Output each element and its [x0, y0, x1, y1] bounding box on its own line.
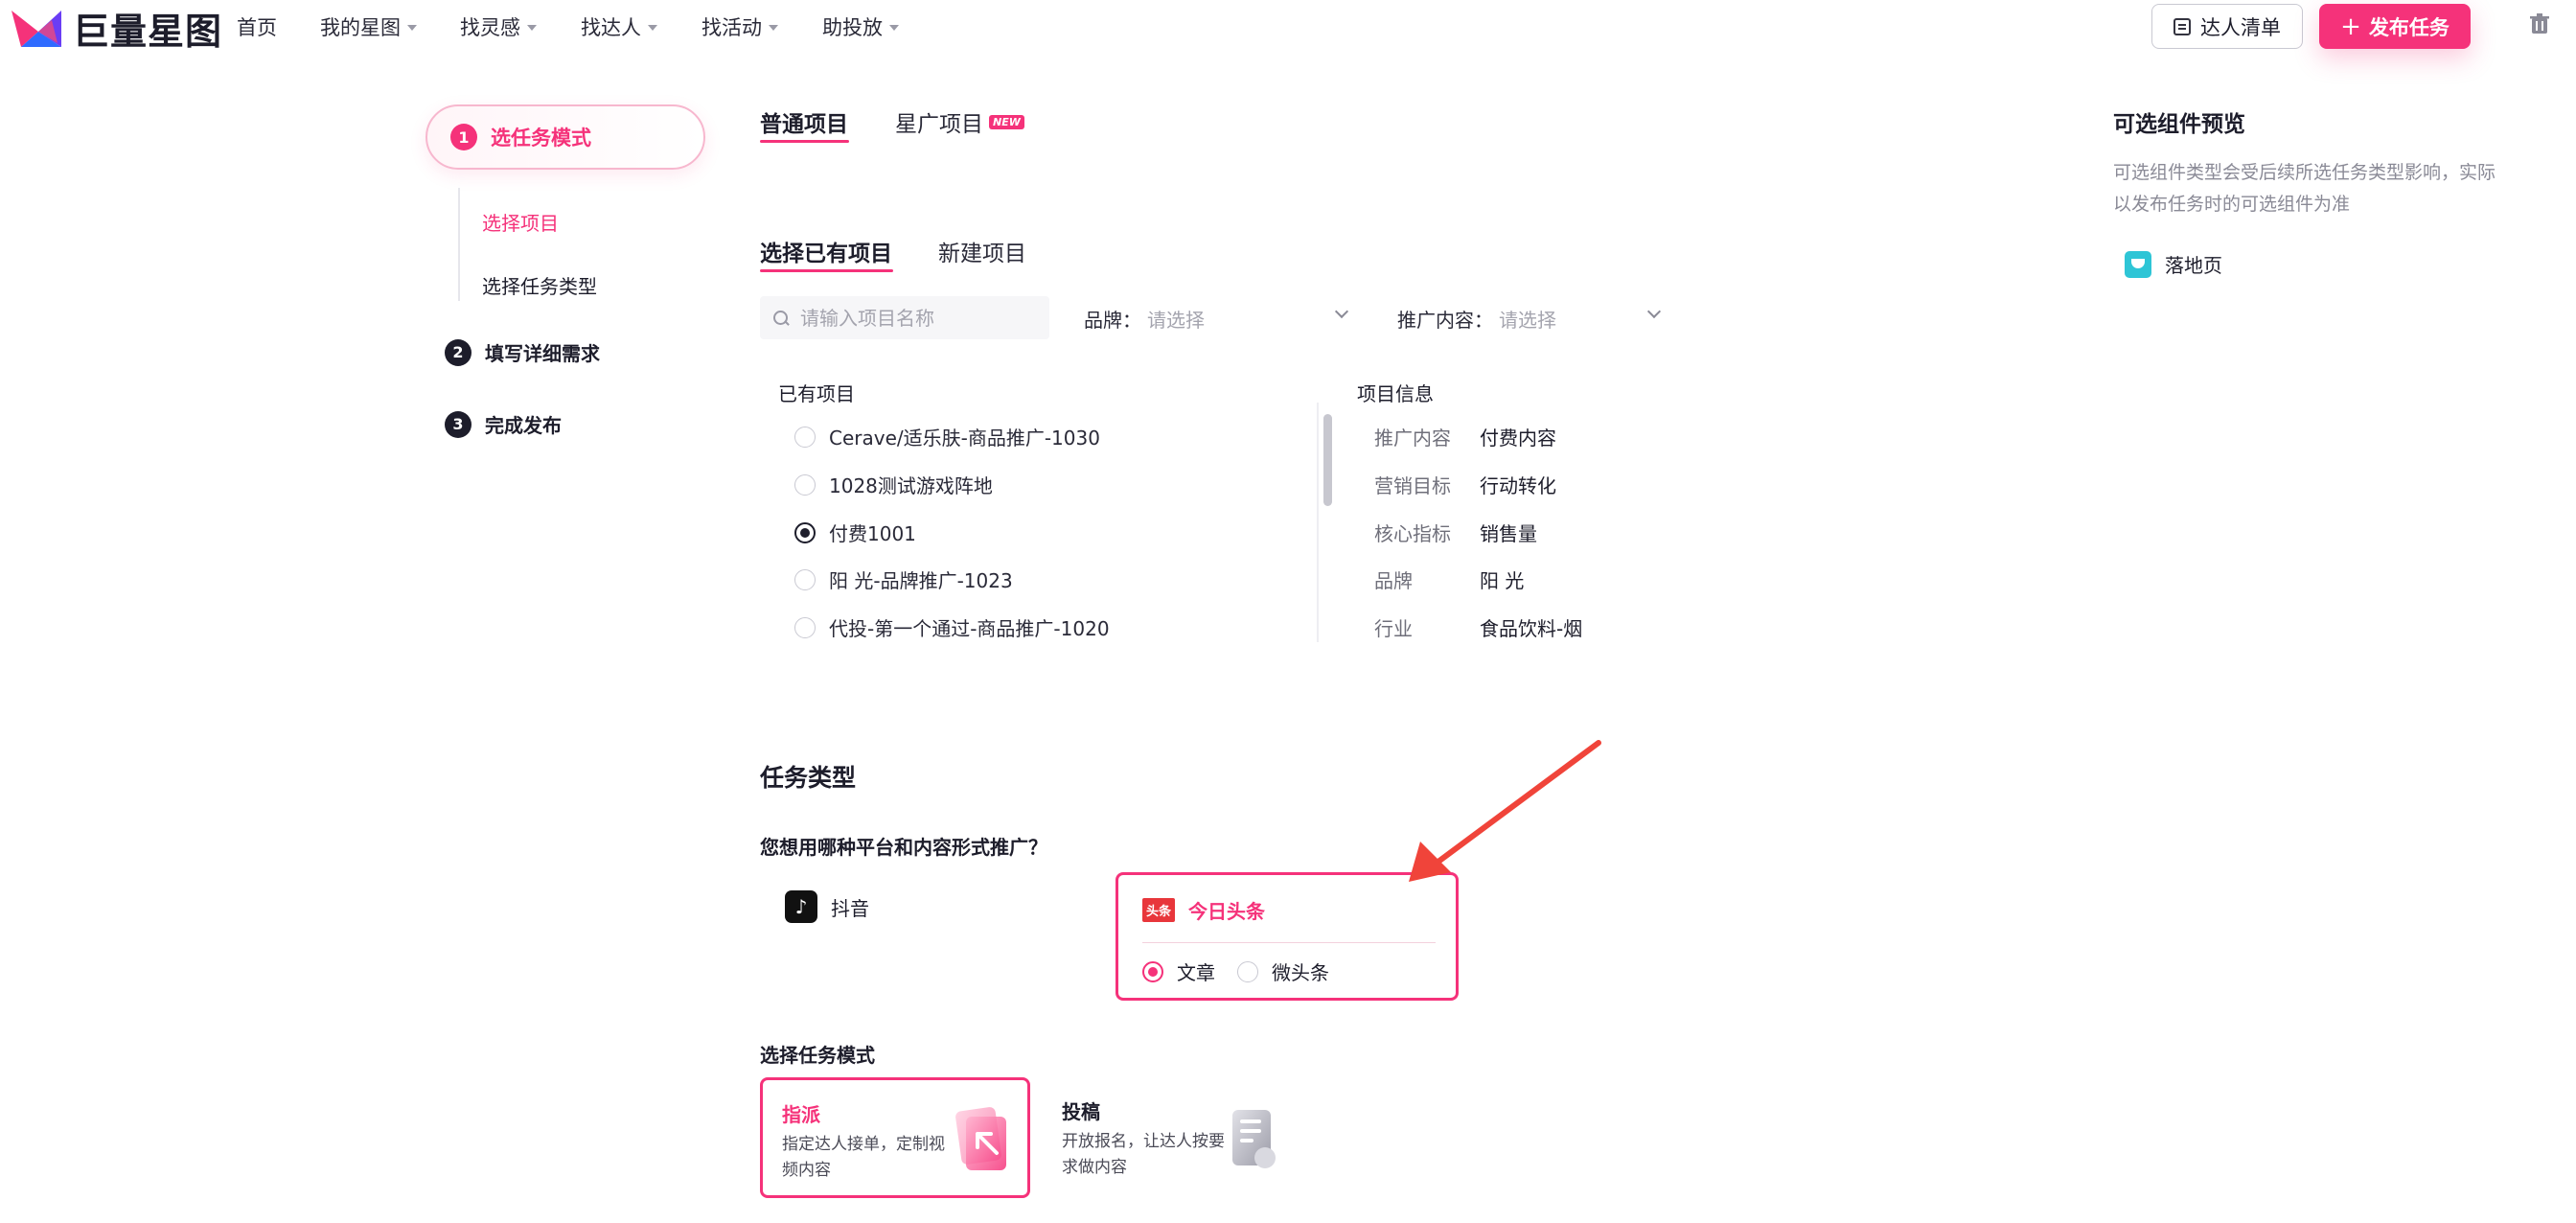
brand-filter-placeholder: 请选择 — [1147, 309, 1205, 332]
info-row: 核心指标 销售量 — [1374, 522, 1537, 545]
content-filter-label: 推广内容： — [1397, 309, 1493, 332]
new-badge: NEW — [989, 115, 1024, 129]
chevron-down-icon — [648, 25, 657, 31]
chevron-down-icon — [889, 25, 899, 31]
landing-page-icon — [2125, 250, 2151, 278]
scrollbar-thumb[interactable] — [1323, 414, 1332, 506]
project-item[interactable]: 付费1001 — [794, 519, 916, 546]
component-preview-description: 可选组件类型会受后续所选任务类型影响，实际以发布任务时的可选组件为准 — [2113, 162, 2496, 215]
step-number: 2 — [445, 338, 472, 366]
tab-underline — [760, 140, 849, 143]
step-label: 选任务模式 — [491, 127, 591, 150]
platform-question: 您想用哪种平台和内容形式推广？ — [760, 836, 1047, 859]
logo-text: 巨量星图 — [73, 11, 223, 53]
info-row: 推广内容 付费内容 — [1374, 427, 1556, 450]
step-number: 3 — [445, 410, 472, 438]
list-icon — [2174, 17, 2191, 35]
mode-description: 开放报名，让达人按要求做内容 — [1062, 1132, 1225, 1177]
platform-option-toutiao[interactable]: 头条 今日头条 文章 微头条 — [1116, 872, 1459, 1001]
tab-regular-project[interactable]: 普通项目 — [760, 105, 848, 138]
project-item[interactable]: 阳 光-品牌推广-1023 — [794, 565, 1013, 593]
step-2-fill-details[interactable]: 2 填写详细需求 — [445, 338, 600, 366]
component-landing-page[interactable]: 落地页 — [2125, 250, 2222, 278]
component-preview-title: 可选组件预览 — [2113, 112, 2245, 137]
project-info-header: 项目信息 — [1357, 382, 1434, 405]
step-label: 完成发布 — [485, 414, 562, 437]
promotion-content-filter[interactable]: 推广内容： 请选择 — [1397, 305, 1556, 333]
platform-option-douyin[interactable]: ♪ 抖音 — [785, 890, 869, 923]
content-form-micro-toutiao[interactable]: 微头条 — [1237, 958, 1329, 985]
radio-button[interactable] — [794, 473, 816, 496]
radio-button[interactable] — [1237, 960, 1258, 982]
plus-icon: + — [2340, 12, 2361, 41]
chevron-down-icon[interactable] — [1334, 304, 1349, 319]
task-mode-title: 选择任务模式 — [760, 1044, 875, 1067]
info-row: 品牌阳 光 — [1374, 569, 1525, 592]
task-mode-submission[interactable]: 投稿 开放报名，让达人按要求做内容 — [1045, 1077, 1315, 1198]
radio-button[interactable] — [794, 616, 816, 638]
mode-title: 投稿 — [1062, 1100, 1100, 1123]
chevron-down-icon — [769, 25, 778, 31]
toutiao-header: 头条 今日头条 — [1142, 896, 1265, 924]
substep-select-project[interactable]: 选择项目 — [482, 208, 559, 236]
top-navbar: 巨量星图 首页 我的星图 找灵感 找达人 找活动 助投放 达人清单 + 发布任务 — [0, 0, 2576, 56]
nav-activities[interactable]: 找活动 — [702, 12, 778, 41]
logo-mark-icon — [12, 10, 61, 47]
nav-inspiration[interactable]: 找灵感 — [460, 12, 537, 41]
submission-illustration-icon — [1232, 1110, 1276, 1168]
step-1-select-task-mode[interactable]: 1 选任务模式 — [426, 104, 705, 170]
logo[interactable]: 巨量星图 — [10, 2, 222, 55]
brand-filter-label: 品牌： — [1084, 309, 1141, 332]
scroll-track — [1317, 403, 1319, 642]
divider — [1142, 942, 1436, 943]
annotation-arrow — [1409, 740, 1601, 882]
tab-underline — [760, 269, 893, 272]
nav-my-xingtu[interactable]: 我的星图 — [320, 12, 417, 41]
tab-xingguang-project[interactable]: 星广项目 NEW — [895, 105, 1024, 138]
mode-description: 指定达人接单，定制视频内容 — [782, 1135, 945, 1180]
douyin-icon: ♪ — [785, 890, 817, 923]
substep-select-task-type[interactable]: 选择任务类型 — [482, 271, 597, 299]
project-item[interactable]: 1028测试游戏阵地 — [794, 471, 993, 498]
project-item[interactable]: 代投-第一个通过-商品推广-1020 — [794, 613, 1110, 641]
radio-button-selected[interactable] — [794, 521, 816, 543]
tab-new-project[interactable]: 新建项目 — [938, 235, 1026, 267]
radio-button[interactable] — [794, 426, 816, 448]
radio-button[interactable] — [794, 568, 816, 590]
nav-find-creators[interactable]: 找达人 — [581, 12, 657, 41]
toutiao-icon: 头条 — [1142, 898, 1176, 922]
project-search-box[interactable] — [760, 296, 1049, 339]
existing-projects-header: 已有项目 — [778, 382, 855, 405]
step-3-publish[interactable]: 3 完成发布 — [445, 410, 562, 438]
task-mode-assign[interactable]: 指派 指定达人接单，定制视频内容 — [760, 1077, 1030, 1198]
project-search-input[interactable] — [800, 306, 1040, 330]
chevron-down-icon — [407, 25, 417, 31]
tab-select-existing-project[interactable]: 选择已有项目 — [760, 235, 892, 267]
toutiao-label: 今日头条 — [1188, 900, 1266, 923]
substep-divider — [458, 188, 460, 301]
trash-icon[interactable] — [2530, 13, 2549, 35]
content-form-article[interactable]: 文章 — [1142, 958, 1215, 985]
chevron-down-icon — [527, 25, 537, 31]
nav-home[interactable]: 首页 — [237, 12, 277, 41]
step-label: 填写详细需求 — [485, 342, 600, 365]
task-type-title: 任务类型 — [760, 764, 857, 792]
radio-button-selected[interactable] — [1142, 960, 1163, 982]
step-number: 1 — [450, 124, 477, 150]
publish-task-button[interactable]: + 发布任务 — [2319, 4, 2471, 49]
mode-title: 指派 — [782, 1103, 820, 1126]
brand-filter[interactable]: 品牌： 请选择 — [1084, 305, 1205, 333]
nav-ad-delivery[interactable]: 助投放 — [822, 12, 899, 41]
chevron-down-icon[interactable] — [1646, 304, 1662, 319]
creator-list-button[interactable]: 达人清单 — [2151, 4, 2303, 49]
project-item[interactable]: Cerave/适乐肤-商品推广-1030 — [794, 423, 1100, 450]
assign-illustration-icon — [955, 1107, 1006, 1170]
info-row: 行业 食品饮料-烟 — [1374, 617, 1583, 640]
content-filter-placeholder: 请选择 — [1499, 309, 1556, 332]
info-row: 营销目标 行动转化 — [1374, 474, 1556, 497]
search-icon — [773, 310, 789, 326]
